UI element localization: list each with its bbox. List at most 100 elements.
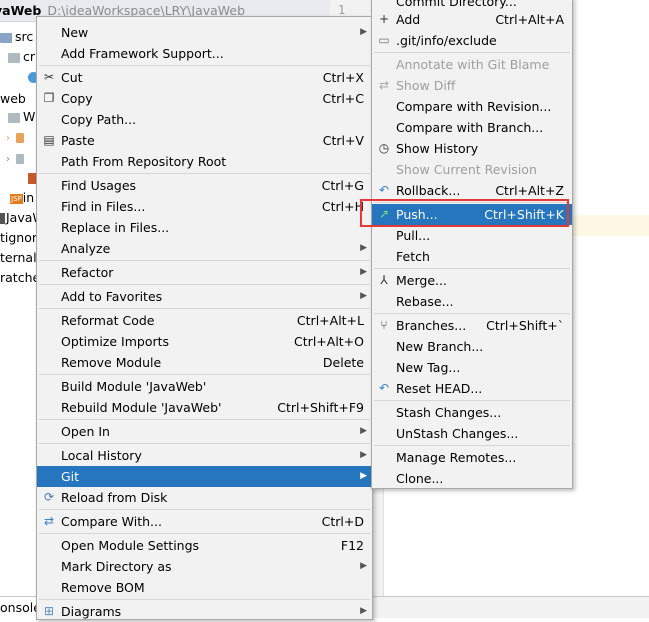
menu-item-fetch[interactable]: Fetch bbox=[372, 246, 572, 267]
menu-item-replace-in-files[interactable]: Replace in Files... bbox=[37, 217, 372, 238]
menu-item-local-history[interactable]: Local History ▶ bbox=[37, 445, 372, 466]
menu-item-shortcut: F12 bbox=[340, 538, 364, 553]
menu-item-label: Compare With... bbox=[61, 514, 162, 529]
menu-item-compare-with-revision[interactable]: Compare with Revision... bbox=[372, 96, 572, 117]
reset-icon: ↶ bbox=[378, 381, 390, 395]
menu-item-add[interactable]: + Add Ctrl+Alt+A bbox=[372, 9, 572, 30]
menu-item-shortcut: Ctrl+C bbox=[322, 91, 364, 106]
menu-item-manage-remotes[interactable]: Manage Remotes... bbox=[372, 447, 572, 468]
menu-item-mark-directory-as[interactable]: Mark Directory as ▶ bbox=[37, 556, 372, 577]
menu-separator bbox=[374, 52, 570, 53]
menu-item-shortcut: Ctrl+Alt+Z bbox=[495, 183, 564, 198]
menu-item-shortcut: Ctrl+Alt+A bbox=[495, 12, 564, 27]
menu-item-label: .git/info/exclude bbox=[396, 33, 497, 48]
menu-item-compare-with-branch[interactable]: Compare with Branch... bbox=[372, 117, 572, 138]
menu-item-unstash-changes[interactable]: UnStash Changes... bbox=[372, 423, 572, 444]
menu-item-label: Open Module Settings bbox=[61, 538, 200, 553]
menu-item-new[interactable]: New ▶ bbox=[37, 22, 372, 43]
menu-item-add-to-favorites[interactable]: Add to Favorites ▶ bbox=[37, 286, 372, 307]
menu-item-reformat-code[interactable]: Reformat Code Ctrl+Alt+L bbox=[37, 310, 372, 331]
menu-item-find-in-files[interactable]: Find in Files... Ctrl+H bbox=[37, 196, 372, 217]
menu-separator bbox=[374, 268, 570, 269]
menu-item-paste[interactable]: ▤ Paste Ctrl+V bbox=[37, 130, 372, 151]
menu-item-branches[interactable]: ⑂ Branches... Ctrl+Shift+` bbox=[372, 315, 572, 336]
tree-item-label: web bbox=[0, 91, 26, 106]
menu-item-remove-bom[interactable]: Remove BOM bbox=[37, 577, 372, 598]
submenu-arrow-icon: ▶ bbox=[360, 606, 367, 616]
menu-item-git[interactable]: Git ▶ bbox=[37, 466, 372, 487]
menu-item-reload-from-disk[interactable]: ⟳ Reload from Disk bbox=[37, 487, 372, 508]
menu-item-clone[interactable]: Clone... bbox=[372, 468, 572, 489]
diff-icon: ⇄ bbox=[378, 78, 390, 92]
menu-item-compare-with[interactable]: ⇄ Compare With... Ctrl+D bbox=[37, 511, 372, 532]
submenu-arrow-icon: ▶ bbox=[360, 561, 367, 571]
menu-item-stash-changes[interactable]: Stash Changes... bbox=[372, 402, 572, 423]
tree-item-label: cr bbox=[23, 49, 36, 64]
menu-item-analyze[interactable]: Analyze ▶ bbox=[37, 238, 372, 259]
menu-separator bbox=[39, 260, 370, 261]
menu-separator bbox=[39, 599, 370, 600]
menu-item-copy[interactable]: ❐ Copy Ctrl+C bbox=[37, 88, 372, 109]
submenu-arrow-icon: ▶ bbox=[360, 426, 367, 436]
menu-item-shortcut: Delete bbox=[322, 355, 364, 370]
menu-item-shortcut: Ctrl+H bbox=[321, 199, 364, 214]
menu-item-open-in[interactable]: Open In ▶ bbox=[37, 421, 372, 442]
menu-item-label: Remove BOM bbox=[61, 580, 145, 595]
menu-item-refactor[interactable]: Refactor ▶ bbox=[37, 262, 372, 283]
menu-item-git-info-exclude[interactable]: ▭ .git/info/exclude bbox=[372, 30, 572, 51]
tree-item-folder-a[interactable]: › bbox=[6, 127, 27, 147]
menu-separator bbox=[39, 419, 370, 420]
menu-item-find-usages[interactable]: Find Usages Ctrl+G bbox=[37, 175, 372, 196]
console-tab[interactable]: onsole bbox=[0, 596, 40, 618]
tree-item-src[interactable]: src bbox=[0, 27, 33, 47]
menu-item-remove-module[interactable]: Remove Module Delete bbox=[37, 352, 372, 373]
menu-item-new-branch[interactable]: New Branch... bbox=[372, 336, 572, 357]
menu-item-build-module[interactable]: Build Module 'JavaWeb' bbox=[37, 376, 372, 397]
menu-item-rollback[interactable]: ↶ Rollback... Ctrl+Alt+Z bbox=[372, 180, 572, 201]
menu-item-merge[interactable]: ⅄ Merge... bbox=[372, 270, 572, 291]
git-submenu: Commit Directory... + Add Ctrl+Alt+A ▭ .git… bbox=[371, 0, 573, 489]
menu-separator bbox=[39, 443, 370, 444]
tree-item-jsp[interactable]: JSPin bbox=[10, 188, 34, 208]
context-menu: New ▶ Add Framework Support... ✂ Cut Ctrl+X… bbox=[36, 16, 373, 620]
menu-item-shortcut: Ctrl+D bbox=[321, 514, 364, 529]
tree-item-external-libraries[interactable]: ternal bbox=[0, 248, 37, 268]
tree-item-label: ternal bbox=[0, 250, 37, 265]
submenu-arrow-icon: ▶ bbox=[360, 471, 367, 481]
menu-item-label: Compare with Branch... bbox=[396, 120, 544, 135]
line-number: 1 bbox=[338, 3, 346, 17]
menu-item-add-framework-support[interactable]: Add Framework Support... bbox=[37, 43, 372, 64]
menu-item-diagrams[interactable]: ⊞ Diagrams ▶ bbox=[37, 601, 372, 622]
submenu-arrow-icon: ▶ bbox=[360, 27, 367, 37]
menu-separator bbox=[39, 509, 370, 510]
menu-item-label: Build Module 'JavaWeb' bbox=[61, 379, 207, 394]
menu-item-path-from-repository-root[interactable]: Path From Repository Root bbox=[37, 151, 372, 172]
tree-item-folder-b[interactable]: › bbox=[6, 148, 27, 168]
menu-separator bbox=[39, 173, 370, 174]
menu-item-label: Copy bbox=[61, 91, 93, 106]
jsp-icon: JSP bbox=[10, 193, 23, 204]
menu-item-reset-head[interactable]: ↶ Reset HEAD... bbox=[372, 378, 572, 399]
menu-item-label: Git bbox=[61, 469, 80, 484]
menu-item-show-history[interactable]: ◷ Show History bbox=[372, 138, 572, 159]
menu-item-cut[interactable]: ✂ Cut Ctrl+X bbox=[37, 67, 372, 88]
menu-item-new-tag[interactable]: New Tag... bbox=[372, 357, 572, 378]
menu-item-annotate-git-blame: Annotate with Git Blame bbox=[372, 54, 572, 75]
menu-item-optimize-imports[interactable]: Optimize Imports Ctrl+Alt+O bbox=[37, 331, 372, 352]
menu-item-shortcut: Ctrl+X bbox=[322, 70, 364, 85]
menu-item-push[interactable]: ↗ Push... Ctrl+Shift+K bbox=[372, 204, 572, 225]
menu-item-open-module-settings[interactable]: Open Module Settings F12 bbox=[37, 535, 372, 556]
tree-item-web[interactable]: web bbox=[0, 89, 26, 109]
tree-item-web-inf[interactable]: W bbox=[8, 107, 35, 127]
menu-item-label: Open In bbox=[61, 424, 110, 439]
tree-item-package[interactable]: cr bbox=[8, 47, 35, 67]
submenu-arrow-icon: ▶ bbox=[360, 243, 367, 253]
menu-item-label: Mark Directory as bbox=[61, 559, 172, 574]
paste-icon: ▤ bbox=[43, 133, 55, 147]
menu-item-pull[interactable]: Pull... bbox=[372, 225, 572, 246]
menu-item-rebase[interactable]: Rebase... bbox=[372, 291, 572, 312]
menu-item-label: Find in Files... bbox=[61, 199, 146, 214]
menu-item-label: Replace in Files... bbox=[61, 220, 170, 235]
menu-item-rebuild-module[interactable]: Rebuild Module 'JavaWeb' Ctrl+Shift+F9 bbox=[37, 397, 372, 418]
menu-item-copy-path[interactable]: Copy Path... bbox=[37, 109, 372, 130]
